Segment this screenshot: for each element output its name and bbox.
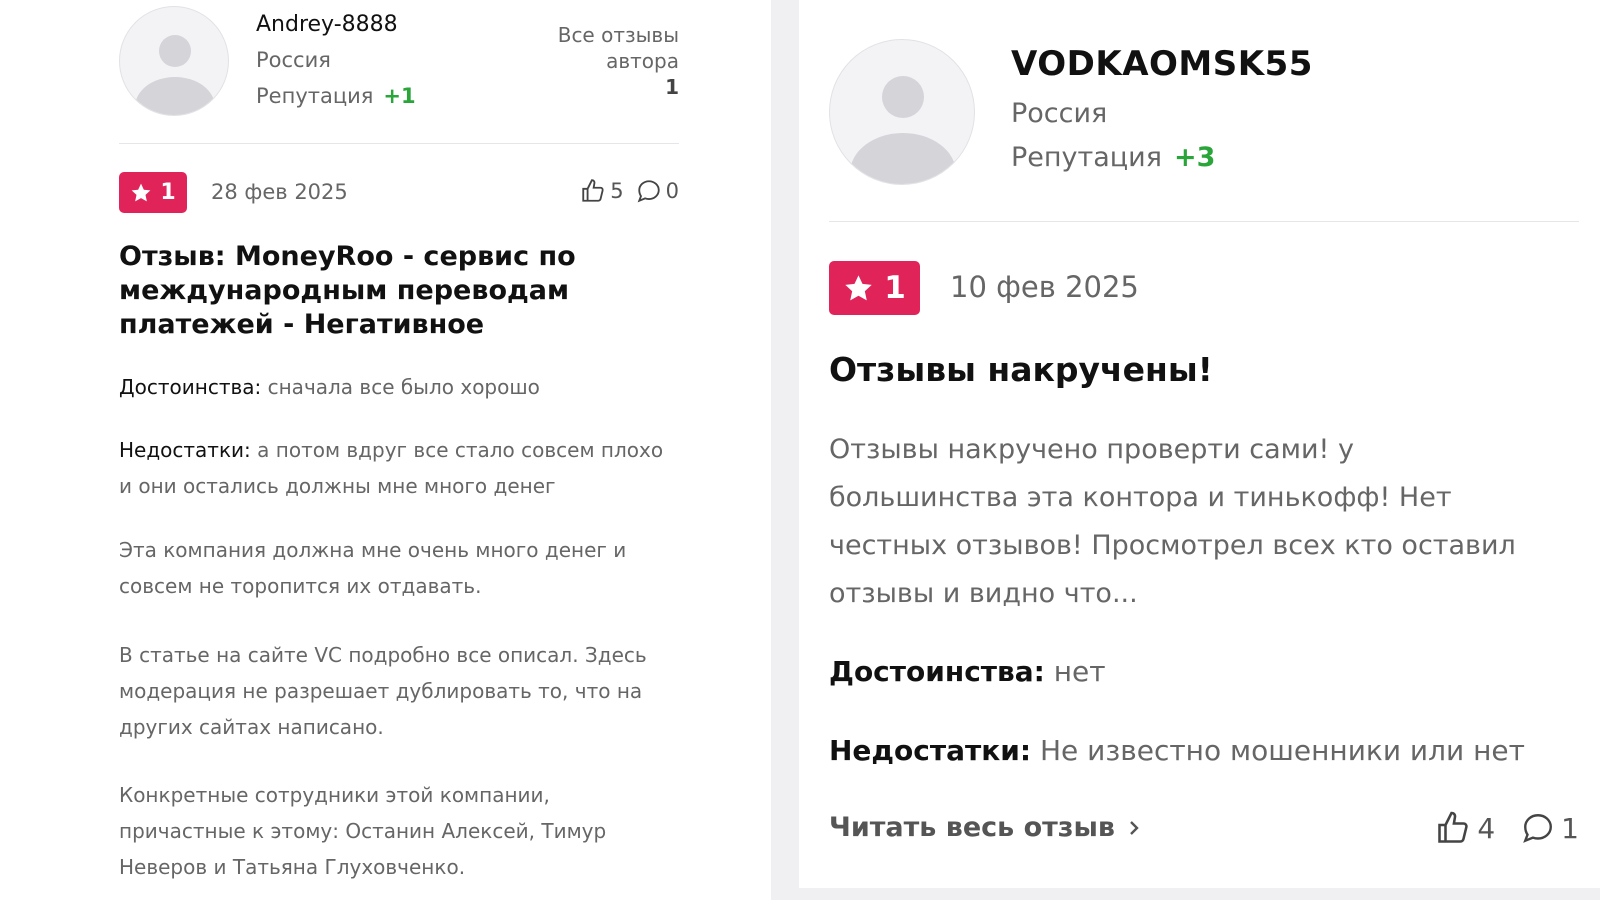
review-paragraph: Эта компания должна мне очень много дене… [119, 538, 627, 598]
avatar-body-shape [850, 133, 956, 184]
reputation-label: Репутация [256, 84, 374, 108]
avatar[interactable] [829, 39, 975, 185]
rating-badge: 1 [119, 172, 187, 213]
all-reviews-link[interactable]: Все отзывы автора 1 [479, 22, 679, 100]
review-title[interactable]: Отзыв: MoneyRoo - сервис по международны… [119, 240, 679, 342]
all-reviews-label-line1: Все отзывы [557, 23, 679, 47]
comment-button[interactable]: 0 [636, 178, 679, 204]
author-country: Россия [256, 48, 331, 72]
star-icon [131, 183, 151, 201]
review-date: 10 фев 2025 [950, 270, 1139, 304]
column-divider [771, 0, 799, 900]
author-name[interactable]: VODKAOMSK55 [1011, 44, 1313, 84]
like-button[interactable]: 5 [580, 178, 624, 204]
read-full-review-link[interactable]: Читать весь отзыв [829, 812, 1141, 843]
review-body: Отзывы накручено проверти сами! у больши… [829, 434, 1516, 609]
star-icon [845, 274, 872, 300]
avatar-head-shape [159, 35, 191, 67]
review-cons: Недостатки: а потом вдруг все стало совс… [119, 432, 679, 504]
author-reputation: Репутация +3 [1011, 142, 1215, 173]
rating-value: 1 [884, 270, 906, 306]
reputation-value: +1 [383, 84, 416, 108]
chevron-right-icon [1130, 820, 1139, 835]
review-paragraph: Конкретные сотрудники этой компании, при… [119, 783, 607, 879]
like-button[interactable]: 4 [1435, 810, 1495, 846]
review-paragraph: В статье на сайте VC подробно все описал… [119, 643, 647, 739]
comment-icon [1523, 814, 1553, 843]
review-pros: Достоинства: нет [829, 655, 1106, 688]
comment-count: 0 [665, 179, 679, 203]
cons-label: Недостатки: [829, 734, 1032, 767]
pros-text: сначала все было хорошо [267, 375, 540, 399]
review-pros: Достоинства: сначала все было хорошо [119, 369, 679, 405]
review-cons: Недостатки: Не известно мошенники или не… [829, 734, 1525, 767]
cons-text: Не известно мошенники или нет [1039, 734, 1525, 767]
pros-label: Достоинства: [119, 375, 262, 399]
rating-value: 1 [160, 180, 176, 205]
reputation-value: +3 [1173, 142, 1216, 173]
thumbs-up-icon [582, 179, 604, 202]
review-date: 28 фев 2025 [211, 180, 348, 204]
header-divider [119, 143, 679, 144]
header-divider [829, 221, 1579, 222]
author-name[interactable]: Andrey-8888 [256, 12, 398, 37]
author-reputation: Репутация +1 [256, 84, 416, 108]
like-count: 5 [610, 179, 624, 203]
bottom-divider [799, 888, 1600, 900]
all-reviews-count: 1 [665, 75, 679, 99]
all-reviews-label-line2: автора [606, 49, 679, 73]
avatar-body-shape [135, 77, 215, 115]
thumbs-up-icon [1438, 811, 1469, 843]
cons-label: Недостатки: [119, 438, 251, 462]
rating-badge: 1 [829, 261, 920, 315]
author-country: Россия [1011, 98, 1108, 129]
review-title[interactable]: Отзывы накручены! [829, 350, 1213, 389]
read-more-label: Читать весь отзыв [829, 812, 1115, 843]
comment-button[interactable]: 1 [1521, 811, 1579, 845]
pros-text: нет [1053, 655, 1106, 688]
avatar[interactable] [119, 6, 229, 116]
like-count: 4 [1477, 811, 1496, 845]
avatar-head-shape [882, 76, 924, 118]
review-stats: 5 0 [580, 178, 679, 204]
review-stats: 4 1 [1435, 810, 1579, 846]
reputation-label: Репутация [1011, 142, 1162, 173]
comment-icon [637, 180, 660, 203]
pros-label: Достоинства: [829, 655, 1045, 688]
comment-count: 1 [1561, 811, 1579, 845]
